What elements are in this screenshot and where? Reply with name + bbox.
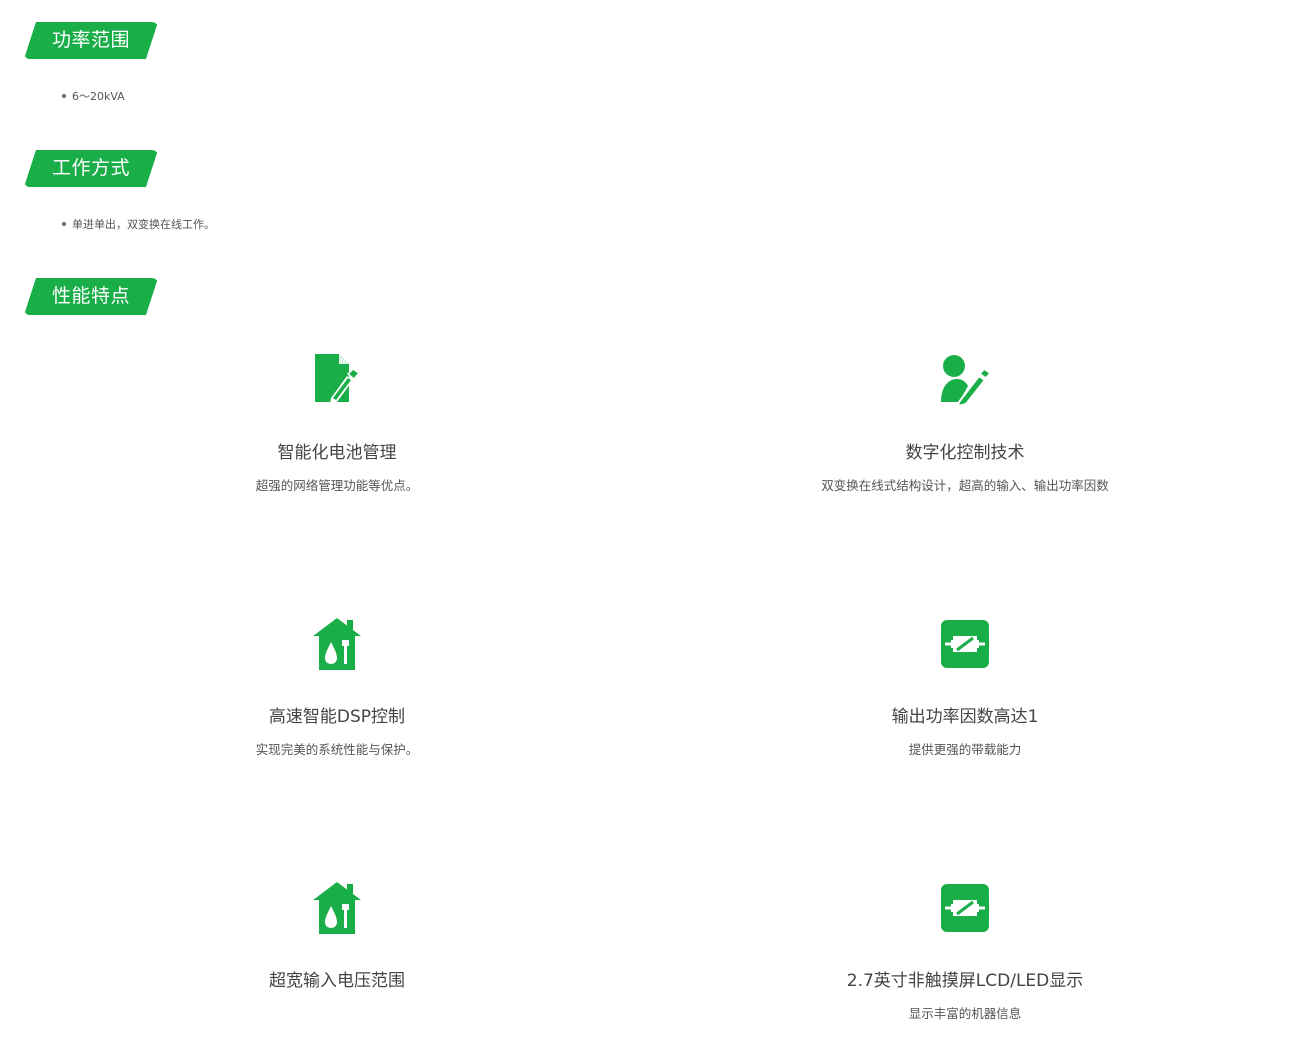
feature-card: 超宽输入电压范围	[127, 880, 547, 1006]
feature-title: 智能化电池管理	[277, 443, 397, 463]
list-item: 单进单出，双变换在线工作。	[62, 218, 215, 232]
feature-description: 实现完美的系统性能与保护。	[255, 742, 419, 757]
feature-card: 高速智能DSP控制 实现完美的系统性能与保护。	[127, 616, 547, 758]
circuit-board-icon	[937, 616, 993, 672]
feature-description: 提供更强的带载能力	[908, 742, 1022, 757]
list-item: 6～20kVA	[62, 90, 125, 104]
house-tools-icon	[309, 616, 365, 672]
work-mode-text: 单进单出，双变换在线工作。	[72, 218, 215, 231]
feature-card: 2.7英寸非触摸屏LCD/LED显示 显示丰富的机器信息	[755, 880, 1175, 1022]
user-edit-icon	[937, 352, 993, 408]
feature-card: 输出功率因数高达1 提供更强的带载能力	[755, 616, 1175, 758]
section-heading-features: 性能特点	[24, 278, 158, 315]
feature-title: 2.7英寸非触摸屏LCD/LED显示	[846, 971, 1084, 991]
feature-description: 超强的网络管理功能等优点。	[255, 478, 419, 493]
feature-title: 数字化控制技术	[905, 443, 1025, 463]
bullet-icon	[62, 222, 66, 226]
section-heading-power: 功率范围	[24, 22, 158, 59]
feature-title: 输出功率因数高达1	[891, 707, 1039, 727]
feature-card: 智能化电池管理 超强的网络管理功能等优点。	[127, 352, 547, 494]
feature-description: 显示丰富的机器信息	[908, 1006, 1022, 1021]
document-edit-icon	[309, 352, 365, 408]
feature-title: 超宽输入电压范围	[269, 971, 405, 991]
page: 功率范围 6～20kVA 工作方式 单进单出，双变换在线工作。 性能特点 智能化…	[0, 0, 1310, 1061]
power-range-text: 6～20kVA	[72, 90, 125, 103]
house-tools-icon	[309, 880, 365, 936]
feature-description: 双变换在线式结构设计，超高的输入、输出功率因数	[821, 478, 1109, 493]
feature-title: 高速智能DSP控制	[268, 707, 406, 727]
circuit-board-icon	[937, 880, 993, 936]
bullet-icon	[62, 94, 66, 98]
feature-card: 数字化控制技术 双变换在线式结构设计，超高的输入、输出功率因数	[755, 352, 1175, 494]
section-heading-mode: 工作方式	[24, 150, 158, 187]
